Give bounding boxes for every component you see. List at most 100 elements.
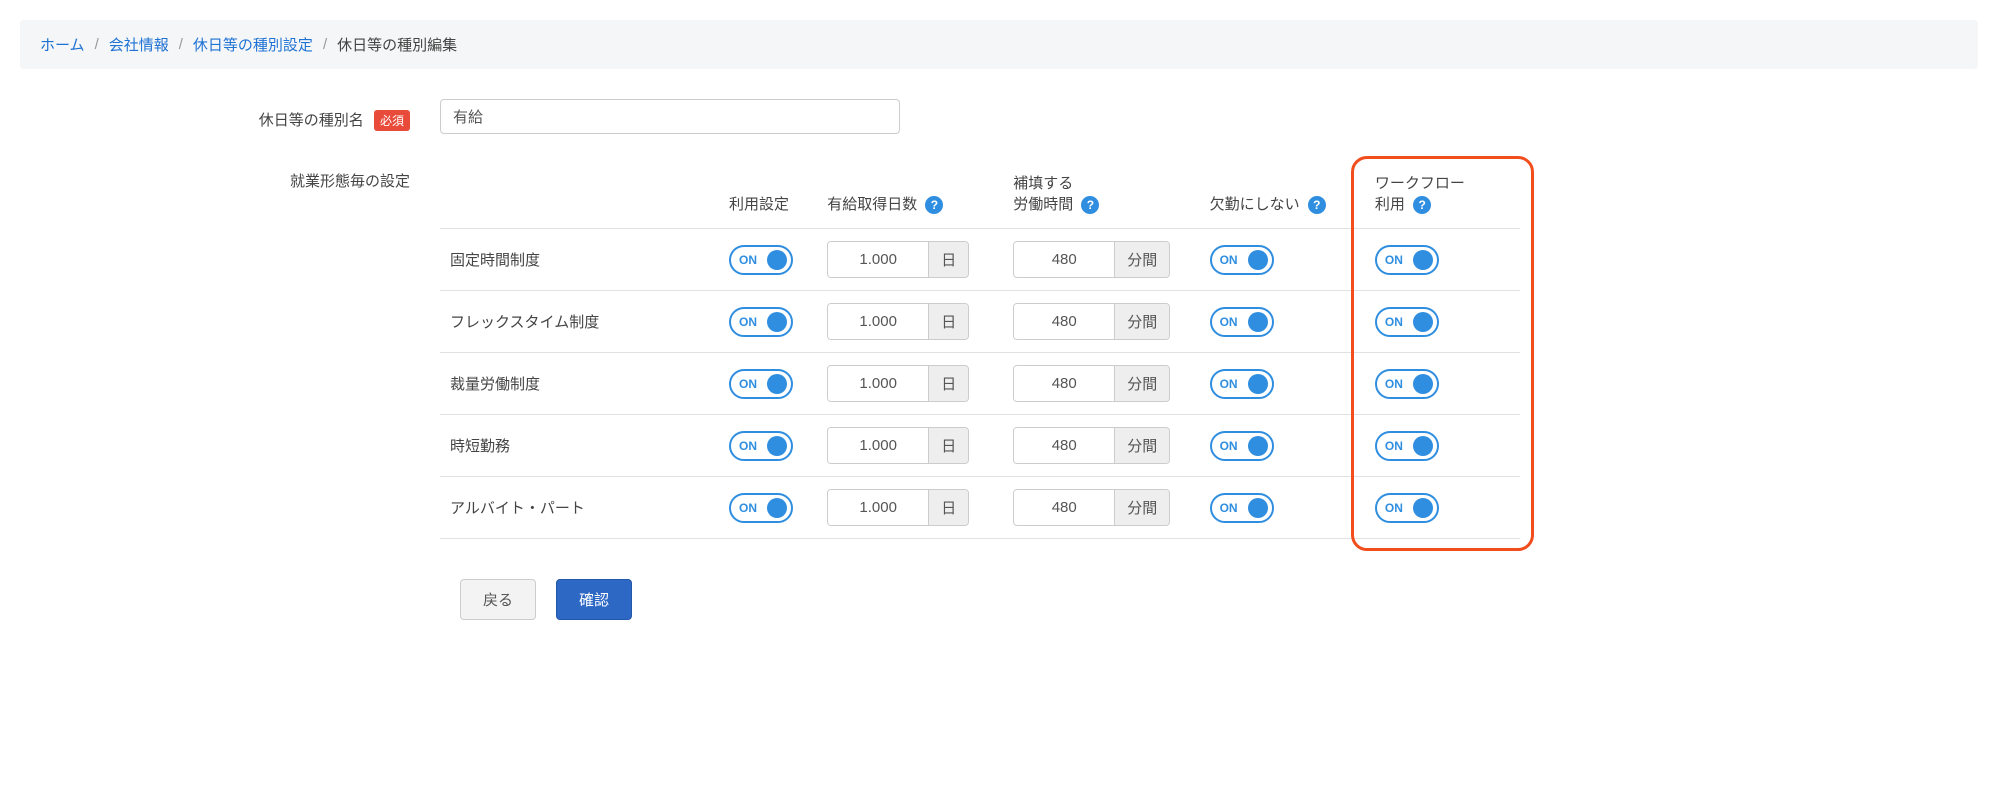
workflow-toggle[interactable]: ON [1375,493,1439,523]
usage-toggle[interactable]: ON [729,245,793,275]
employment-settings-table: 利用設定 有給取得日数 ? 補填する 労働時間 ? 欠勤にしない ? [440,164,1520,539]
toggle-knob [1413,436,1433,456]
unit-minutes: 分間 [1114,304,1169,339]
header-compensate-l2: 労働時間 [1013,196,1073,213]
holiday-type-name-input[interactable] [440,99,900,134]
toggle-label: ON [1220,315,1238,329]
usage-toggle[interactable]: ON [729,369,793,399]
toggle-knob [1248,312,1268,332]
table-row: フレックスタイム制度 ON 日 分間 ON [440,291,1520,353]
toggle-knob [767,250,787,270]
help-icon[interactable]: ? [1413,196,1431,214]
toggle-label: ON [1385,377,1403,391]
workflow-toggle[interactable]: ON [1375,431,1439,461]
compensate-hours-input[interactable] [1014,242,1114,277]
unit-day: 日 [928,242,968,277]
paid-days-input[interactable] [828,304,928,339]
workflow-toggle[interactable]: ON [1375,245,1439,275]
unit-day: 日 [928,366,968,401]
per-employment-settings-label: 就業形態毎の設定 [290,173,410,190]
toggle-knob [767,498,787,518]
employment-type-name: 時短勤務 [450,438,510,455]
breadcrumb-sep: / [179,36,183,53]
header-paid-days: 有給取得日数 [827,196,917,213]
toggle-knob [1248,374,1268,394]
breadcrumb-company[interactable]: 会社情報 [109,34,169,55]
unit-day: 日 [928,304,968,339]
employment-type-name: フレックスタイム制度 [450,314,599,331]
table-row: 時短勤務 ON 日 分間 ON [440,415,1520,477]
compensate-hours-input[interactable] [1014,304,1114,339]
confirm-button[interactable]: 確認 [556,579,632,620]
toggle-label: ON [1220,501,1238,515]
unit-minutes: 分間 [1114,366,1169,401]
not-absent-toggle[interactable]: ON [1210,245,1274,275]
breadcrumb-current: 休日等の種別編集 [337,34,457,55]
toggle-label: ON [1220,377,1238,391]
paid-days-input[interactable] [828,366,928,401]
table-row: アルバイト・パート ON 日 分間 ON [440,477,1520,539]
breadcrumb-home[interactable]: ホーム [40,34,85,55]
toggle-knob [1248,250,1268,270]
help-icon[interactable]: ? [1308,196,1326,214]
not-absent-toggle[interactable]: ON [1210,369,1274,399]
compensate-hours-input[interactable] [1014,490,1114,525]
header-workflow-l1: ワークフロー [1375,175,1465,192]
compensate-hours-input[interactable] [1014,428,1114,463]
breadcrumb-holiday-settings[interactable]: 休日等の種別設定 [193,34,313,55]
paid-days-input[interactable] [828,428,928,463]
header-usage: 利用設定 [729,196,789,213]
unit-minutes: 分間 [1114,490,1169,525]
back-button[interactable]: 戻る [460,579,536,620]
toggle-label: ON [739,253,757,267]
paid-days-input[interactable] [828,490,928,525]
employment-type-name: 固定時間制度 [450,252,540,269]
toggle-knob [767,312,787,332]
header-workflow-l2: 利用 [1375,196,1405,213]
workflow-toggle[interactable]: ON [1375,307,1439,337]
toggle-label: ON [739,501,757,515]
toggle-knob [767,374,787,394]
toggle-label: ON [1385,253,1403,267]
not-absent-toggle[interactable]: ON [1210,493,1274,523]
paid-days-input[interactable] [828,242,928,277]
unit-minutes: 分間 [1114,428,1169,463]
holiday-type-name-label: 休日等の種別名 [259,112,364,129]
not-absent-toggle[interactable]: ON [1210,431,1274,461]
breadcrumb-sep: / [323,36,327,53]
toggle-knob [1248,436,1268,456]
usage-toggle[interactable]: ON [729,431,793,461]
header-compensate-l1: 補填する [1013,175,1073,192]
usage-toggle[interactable]: ON [729,307,793,337]
required-badge: 必須 [374,110,410,131]
unit-day: 日 [928,490,968,525]
toggle-label: ON [1385,439,1403,453]
workflow-toggle[interactable]: ON [1375,369,1439,399]
toggle-knob [1413,498,1433,518]
toggle-label: ON [739,315,757,329]
usage-toggle[interactable]: ON [729,493,793,523]
toggle-label: ON [1385,501,1403,515]
unit-minutes: 分間 [1114,242,1169,277]
toggle-label: ON [1220,253,1238,267]
toggle-label: ON [739,377,757,391]
compensate-hours-input[interactable] [1014,366,1114,401]
toggle-knob [1413,250,1433,270]
help-icon[interactable]: ? [1081,196,1099,214]
toggle-label: ON [739,439,757,453]
toggle-knob [1413,374,1433,394]
toggle-knob [1413,312,1433,332]
toggle-knob [1248,498,1268,518]
unit-day: 日 [928,428,968,463]
not-absent-toggle[interactable]: ON [1210,307,1274,337]
table-row: 固定時間制度 ON 日 分間 ON [440,229,1520,291]
toggle-label: ON [1220,439,1238,453]
toggle-knob [767,436,787,456]
employment-type-name: アルバイト・パート [450,500,585,517]
table-row: 裁量労働制度 ON 日 分間 ON [440,353,1520,415]
breadcrumb-sep: / [95,36,99,53]
help-icon[interactable]: ? [925,196,943,214]
header-not-absent: 欠勤にしない [1210,196,1300,213]
toggle-label: ON [1385,315,1403,329]
employment-type-name: 裁量労働制度 [450,376,540,393]
